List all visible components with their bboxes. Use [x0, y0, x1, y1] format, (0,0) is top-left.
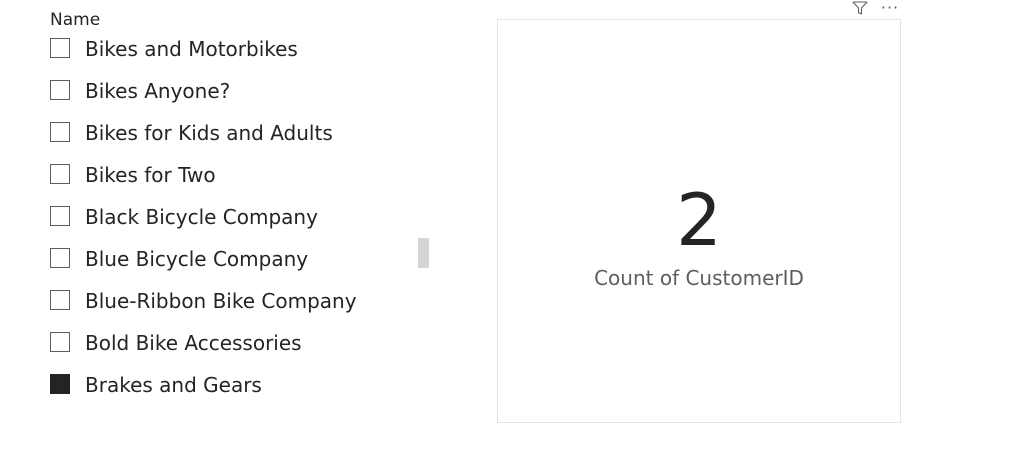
slicer-checkbox[interactable] — [50, 80, 70, 100]
slicer-item-label: Blue-Ribbon Bike Company — [85, 289, 357, 313]
card-value: 2 — [676, 178, 722, 262]
slicer-checkbox[interactable] — [50, 122, 70, 142]
slicer-item-label: Black Bicycle Company — [85, 205, 318, 229]
count-card[interactable]: 2 Count of CustomerID — [497, 19, 901, 423]
slicer-item-label: Bikes Anyone? — [85, 79, 231, 103]
slicer-checkbox[interactable] — [50, 206, 70, 226]
filter-icon[interactable] — [850, 0, 870, 16]
slicer-checkbox[interactable] — [50, 248, 70, 268]
slicer-checkbox[interactable] — [50, 332, 70, 352]
more-options-icon[interactable]: ··· — [880, 0, 900, 16]
slicer-header: Name — [50, 10, 101, 30]
slicer-checkbox[interactable] — [50, 38, 70, 58]
slicer-item-label: Bikes for Two — [85, 163, 216, 187]
slicer-checkbox[interactable] — [50, 164, 70, 184]
slicer-item[interactable]: Bikes Anyone? — [50, 79, 410, 121]
slicer-item-label: Bikes for Kids and Adults — [85, 121, 333, 145]
report-canvas: Name Bikes and Motorbikes Bikes Anyone? … — [0, 0, 1014, 456]
slicer-item[interactable]: Bikes for Kids and Adults — [50, 121, 410, 163]
slicer-list: Bikes and Motorbikes Bikes Anyone? Bikes… — [50, 37, 410, 415]
slicer-item[interactable]: Bikes and Motorbikes — [50, 37, 410, 79]
slicer-checkbox-checked[interactable] — [50, 374, 70, 394]
slicer-item-label: Brakes and Gears — [85, 373, 262, 397]
slicer-item-label: Bold Bike Accessories — [85, 331, 302, 355]
card-visual-header: ··· — [850, 0, 900, 16]
slicer-item[interactable]: Blue Bicycle Company — [50, 247, 410, 289]
slicer-item[interactable]: Bold Bike Accessories — [50, 331, 410, 373]
slicer-item[interactable]: Brakes and Gears — [50, 373, 410, 415]
slicer-checkbox[interactable] — [50, 290, 70, 310]
card-label: Count of CustomerID — [594, 266, 804, 290]
slicer-item-label: Blue Bicycle Company — [85, 247, 309, 271]
slicer-item-label: Bikes and Motorbikes — [85, 37, 298, 61]
name-slicer: Name Bikes and Motorbikes Bikes Anyone? … — [50, 8, 440, 408]
slicer-item[interactable]: Black Bicycle Company — [50, 205, 410, 247]
slicer-item[interactable]: Bikes for Two — [50, 163, 410, 205]
slicer-scrollbar-thumb[interactable] — [418, 238, 429, 268]
slicer-item[interactable]: Blue-Ribbon Bike Company — [50, 289, 410, 331]
